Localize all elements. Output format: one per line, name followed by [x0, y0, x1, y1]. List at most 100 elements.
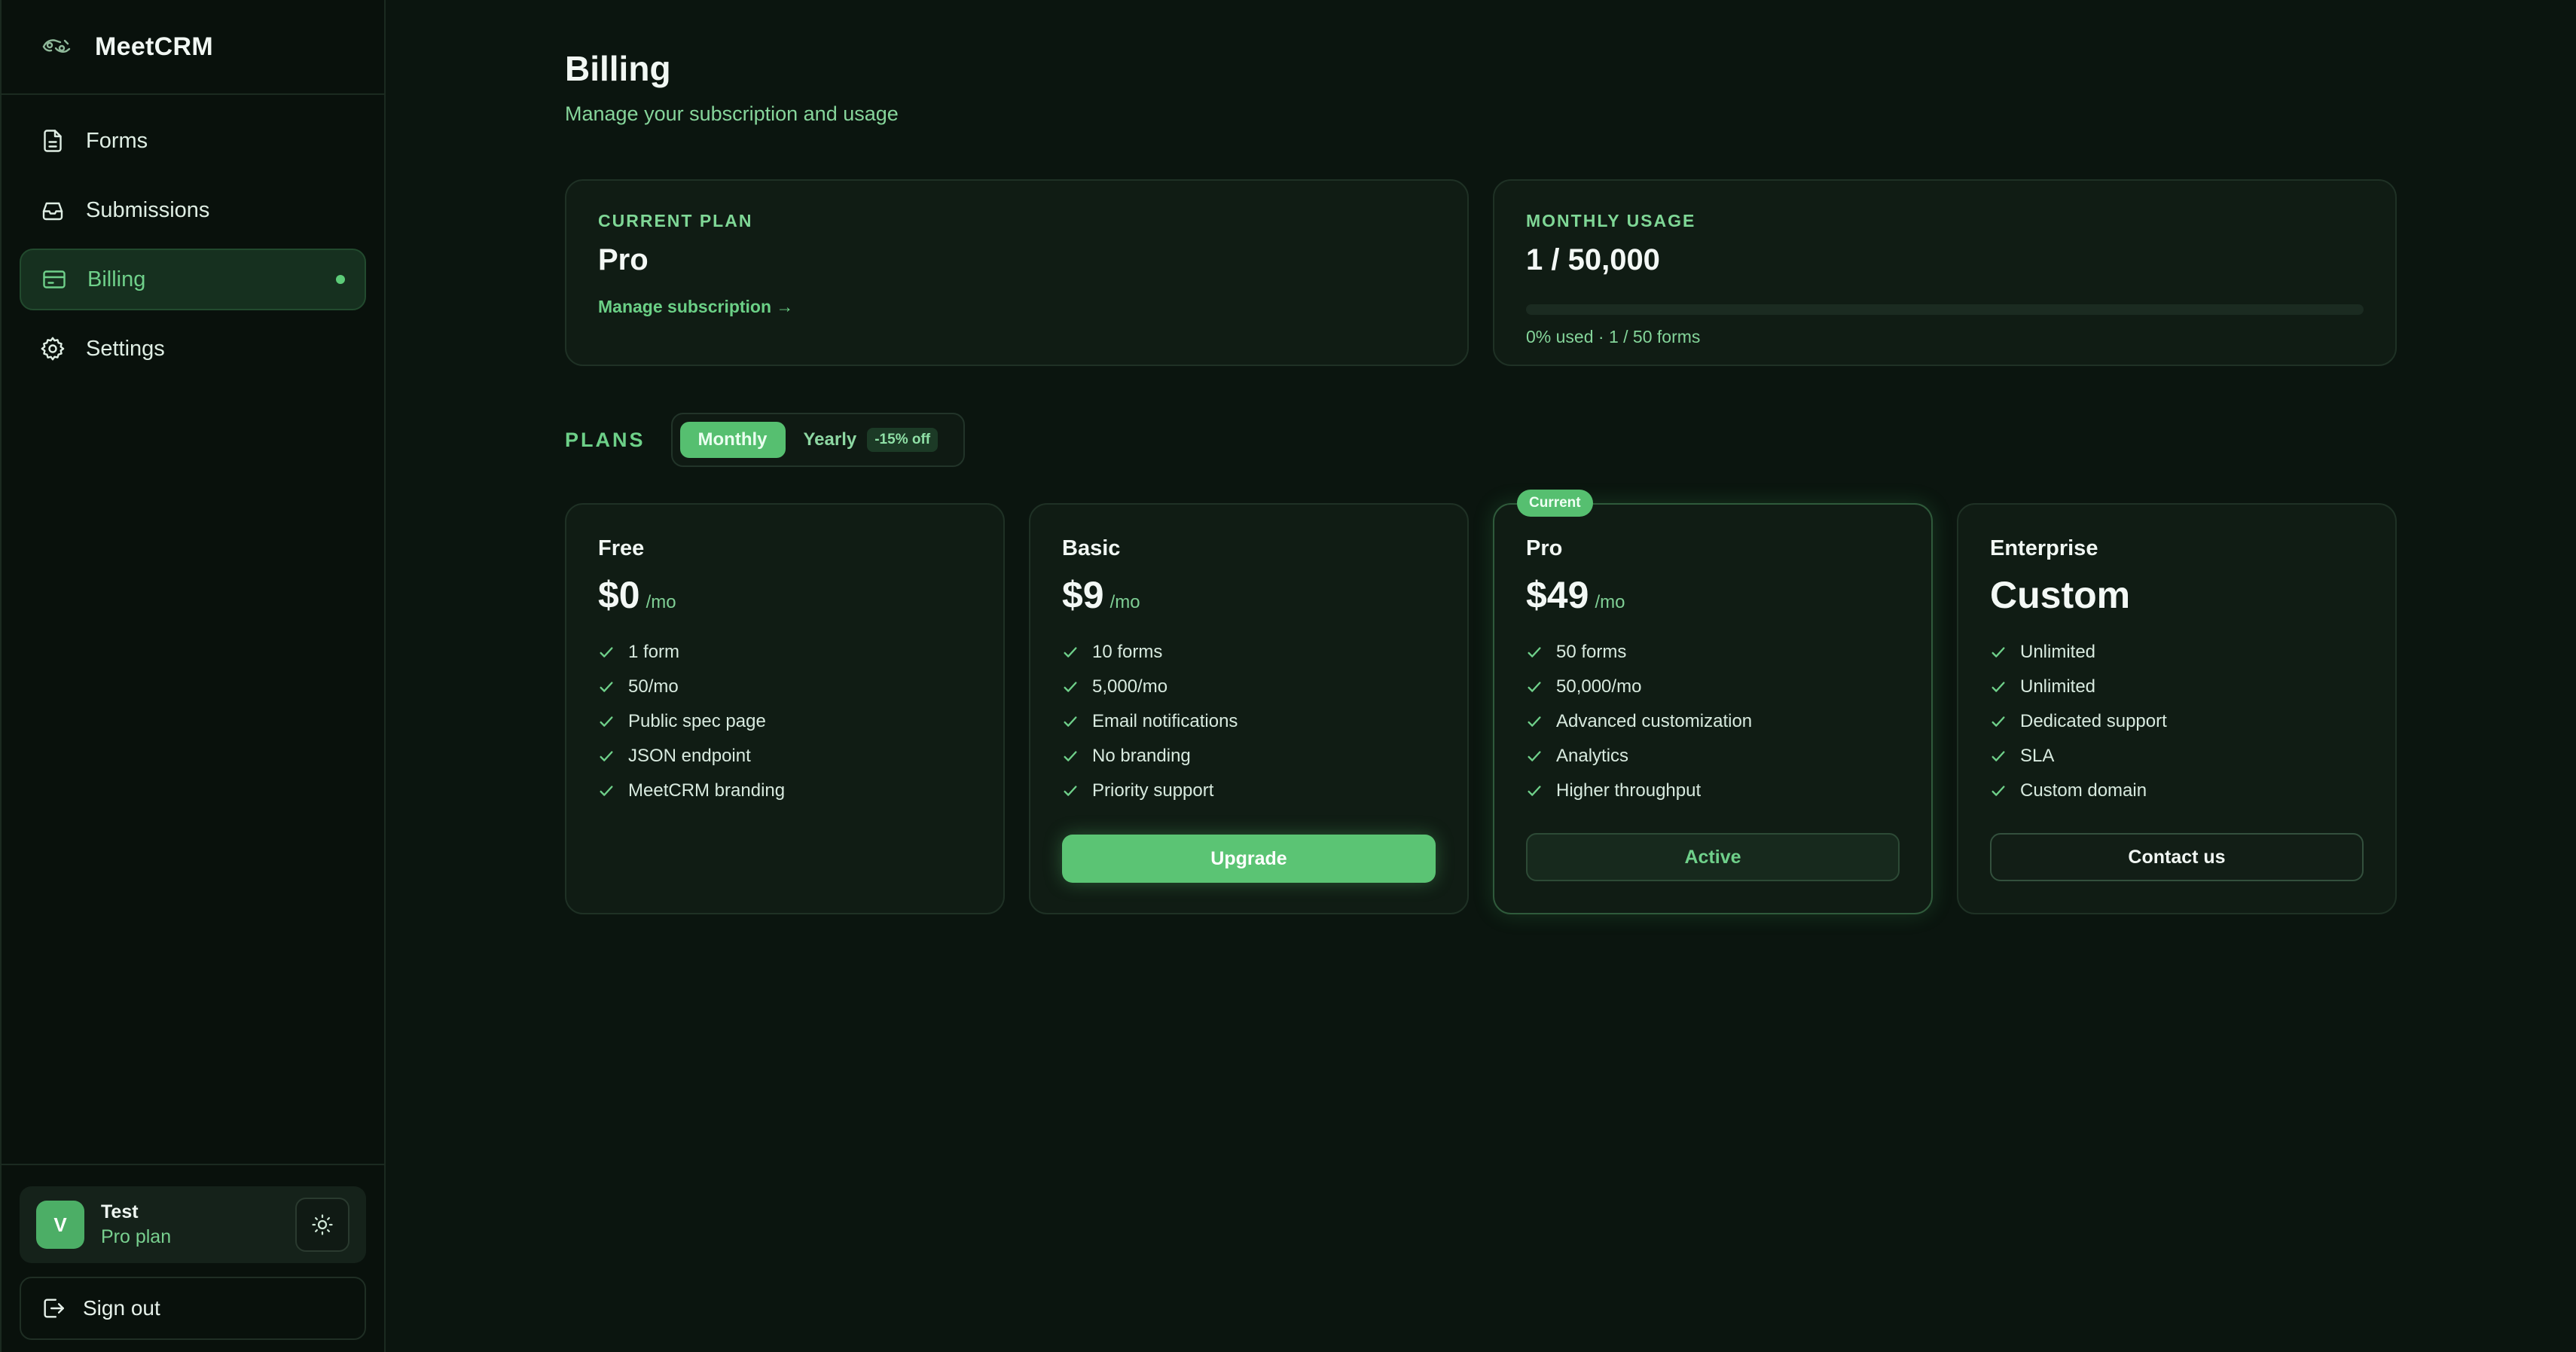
- active-plan-button[interactable]: Active: [1526, 833, 1900, 881]
- sidebar-item-forms[interactable]: Forms: [20, 110, 366, 172]
- check-icon: [1528, 682, 1541, 692]
- feature-label: 50,000/mo: [1556, 676, 1642, 697]
- brand[interactable]: MeetCRM: [2, 0, 384, 95]
- check-icon: [1992, 647, 2005, 658]
- credit-card-icon: [41, 266, 68, 293]
- feature-list: 1 form 50/mo Public spec page JSON endpoint…: [598, 635, 972, 808]
- sidebar-item-submissions[interactable]: Submissions: [20, 179, 366, 241]
- check-icon: [1992, 716, 2005, 727]
- user-plan: Pro plan: [101, 1226, 172, 1247]
- price-period: /mo: [1109, 592, 1140, 612]
- usage-note: 0% used · 1 / 50 forms: [1526, 327, 1701, 346]
- feature-label: Higher throughput: [1556, 780, 1702, 801]
- toggle-monthly[interactable]: Monthly: [679, 422, 786, 458]
- feature-list: 10 forms 5,000/mo Email notifications No br…: [1062, 635, 1436, 808]
- current-plan-eyebrow: CURRENT PLAN: [598, 211, 753, 230]
- feature-item: 10 forms: [1062, 635, 1436, 670]
- plan-name: Pro: [1526, 536, 1563, 560]
- feature-item: 5,000/mo: [1062, 670, 1436, 704]
- feature-item: Priority support: [1062, 774, 1436, 808]
- feature-item: 50/mo: [598, 670, 972, 704]
- check-icon: [1064, 682, 1077, 692]
- feature-item: SLA: [1990, 739, 2364, 774]
- feature-item: Advanced customization: [1526, 704, 1900, 739]
- feature-label: Unlimited: [2020, 642, 2096, 662]
- feature-label: 10 forms: [1092, 642, 1163, 662]
- check-icon: [1064, 647, 1077, 658]
- contact-us-button[interactable]: Contact us: [1990, 833, 2364, 881]
- plan-price: Custom: [1990, 573, 2364, 617]
- sign-out-button[interactable]: Sign out: [20, 1277, 366, 1340]
- upgrade-button[interactable]: Upgrade: [1062, 835, 1436, 883]
- sign-out-label: Sign out: [83, 1296, 160, 1320]
- avatar: V: [36, 1201, 84, 1249]
- plan-name: Basic: [1062, 536, 1121, 560]
- feature-label: Email notifications: [1092, 711, 1238, 731]
- monthly-usage-card: MONTHLY USAGE 1 / 50,000 0% used · 1 / 5…: [1493, 179, 2397, 366]
- feature-label: 5,000/mo: [1092, 676, 1168, 697]
- sign-out-icon: [44, 1299, 64, 1318]
- feature-item: Unlimited: [1990, 670, 2364, 704]
- monthly-usage-eyebrow: MONTHLY USAGE: [1526, 211, 1696, 230]
- feature-item: No branding: [1062, 739, 1436, 774]
- check-icon: [600, 716, 613, 727]
- plans-label: PLANS: [565, 428, 646, 451]
- price-amount: Custom: [1990, 574, 2131, 616]
- feature-label: JSON endpoint: [628, 746, 751, 766]
- feature-label: 1 form: [628, 642, 680, 662]
- feature-label: Custom domain: [2020, 780, 2147, 801]
- logo-icon: [42, 39, 71, 53]
- user-info: Test Pro plan: [101, 1201, 171, 1248]
- check-icon: [1528, 716, 1541, 727]
- feature-item: 1 form: [598, 635, 972, 670]
- page-subtitle: Manage your subscription and usage: [565, 102, 899, 125]
- sidebar-item-label: Billing: [87, 267, 146, 291]
- sidebar-item-billing[interactable]: Billing: [20, 249, 366, 310]
- page-title: Billing: [565, 49, 671, 88]
- sidebar-item-settings[interactable]: Settings: [20, 318, 366, 380]
- feature-label: SLA: [2020, 746, 2055, 766]
- feature-label: Dedicated support: [2020, 711, 2167, 731]
- plan-name: Enterprise: [1990, 536, 2098, 560]
- user-name: Test: [101, 1201, 139, 1222]
- check-icon: [600, 786, 613, 796]
- feature-label: Public spec page: [628, 711, 766, 731]
- check-icon: [1064, 751, 1077, 761]
- check-icon: [1528, 647, 1541, 658]
- billing-period-toggle: Monthly Yearly -15% off: [670, 413, 966, 467]
- feature-item: 50 forms: [1526, 635, 1900, 670]
- current-plan-card: CURRENT PLAN Pro Manage subscription →: [565, 179, 1469, 366]
- price-amount: $49: [1526, 574, 1589, 616]
- feature-item: MeetCRM branding: [598, 774, 972, 808]
- feature-item: Public spec page: [598, 704, 972, 739]
- check-icon: [1992, 682, 2005, 692]
- sun-icon: [312, 1214, 333, 1235]
- discount-badge: -15% off: [867, 428, 939, 452]
- price-amount: $0: [598, 574, 640, 616]
- feature-label: Advanced customization: [1556, 711, 1753, 731]
- feature-label: No branding: [1092, 746, 1191, 766]
- feature-item: 50,000/mo: [1526, 670, 1900, 704]
- check-icon: [1528, 786, 1541, 796]
- feature-label: 50 forms: [1556, 642, 1627, 662]
- main-content: Billing Manage your subscription and usa…: [386, 0, 2576, 1352]
- usage-progress-bar: [1526, 304, 2364, 315]
- feature-label: Unlimited: [2020, 676, 2096, 697]
- plan-price: $0 /mo: [598, 573, 972, 617]
- plan-card-pro: Current Pro $49 /mo 50 forms 50,000/mo Adv…: [1493, 490, 1933, 914]
- manage-subscription-link[interactable]: Manage subscription →: [598, 297, 1436, 317]
- check-icon: [1064, 786, 1077, 796]
- toggle-yearly[interactable]: Yearly -15% off: [786, 422, 957, 458]
- feature-item: JSON endpoint: [598, 739, 972, 774]
- feature-label: MeetCRM branding: [628, 780, 786, 801]
- feature-label: 50/mo: [628, 676, 679, 697]
- plan-price: $49 /mo: [1526, 573, 1900, 617]
- feature-item: Analytics: [1526, 739, 1900, 774]
- price-amount: $9: [1062, 574, 1104, 616]
- sidebar-item-label: Submissions: [86, 197, 210, 222]
- price-period: /mo: [646, 592, 676, 612]
- theme-toggle-button[interactable]: [295, 1198, 349, 1252]
- app-name: MeetCRM: [95, 32, 213, 61]
- app-root: MeetCRM Forms Submissions Billing Settin…: [0, 0, 2576, 1352]
- user-card[interactable]: V Test Pro plan: [20, 1186, 366, 1263]
